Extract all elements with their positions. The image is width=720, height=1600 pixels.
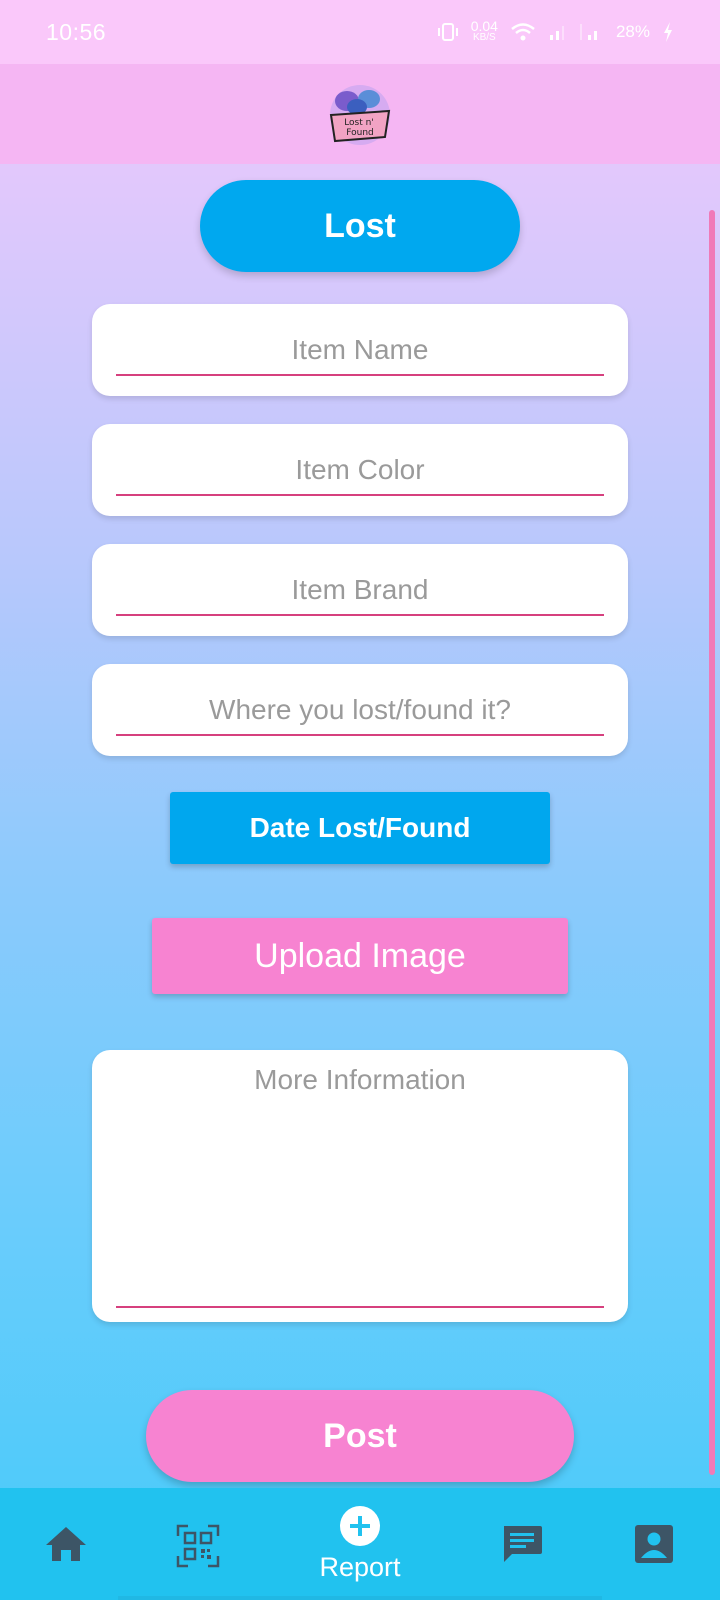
nav-bottom-divider bbox=[118, 1596, 602, 1600]
qr-code-icon bbox=[176, 1524, 220, 1568]
network-speed-value: 0.04 bbox=[470, 18, 498, 34]
svg-text:Found: Found bbox=[346, 128, 373, 138]
status-time: 10:56 bbox=[46, 18, 107, 45]
network-speed: 0.04 KB/S bbox=[470, 18, 498, 44]
battery-percent: 28% bbox=[615, 22, 650, 41]
item-brand-input[interactable] bbox=[116, 566, 604, 616]
wifi-icon bbox=[511, 23, 535, 41]
nav-scan[interactable] bbox=[176, 1524, 220, 1568]
signal-icon-2 bbox=[579, 24, 597, 40]
more-information-input[interactable] bbox=[116, 1064, 604, 1308]
home-icon bbox=[46, 1527, 86, 1561]
app-header: Lost n' Found bbox=[0, 64, 720, 164]
bottom-navigation: Report bbox=[0, 1488, 720, 1600]
post-button[interactable]: Post bbox=[146, 1390, 574, 1482]
network-speed-unit: KB/S bbox=[472, 32, 496, 43]
nav-report[interactable]: Report bbox=[300, 1506, 420, 1583]
date-lost-found-button[interactable]: Date Lost/Found bbox=[170, 792, 550, 864]
item-name-card bbox=[92, 304, 628, 396]
add-circle-icon bbox=[340, 1506, 380, 1546]
nav-report-label: Report bbox=[319, 1552, 401, 1582]
lost-n-found-logo: Lost n' Found bbox=[329, 85, 391, 145]
charging-icon bbox=[664, 22, 672, 42]
lost-mode-button[interactable]: Lost bbox=[200, 180, 520, 272]
nav-messages[interactable] bbox=[500, 1524, 544, 1566]
item-color-card bbox=[92, 424, 628, 516]
item-color-input[interactable] bbox=[116, 446, 604, 496]
item-name-input[interactable] bbox=[116, 326, 604, 376]
vibrate-icon bbox=[437, 23, 458, 41]
chat-icon bbox=[504, 1526, 542, 1562]
location-input[interactable] bbox=[116, 686, 604, 736]
scroll-indicator[interactable] bbox=[709, 210, 715, 1475]
status-bar: 10:56 0.04 KB/S 28% bbox=[0, 0, 720, 64]
more-information-card bbox=[92, 1050, 628, 1322]
nav-profile[interactable] bbox=[634, 1524, 674, 1564]
upload-image-button[interactable]: Upload Image bbox=[152, 918, 568, 994]
signal-icon bbox=[549, 26, 564, 40]
nav-home[interactable] bbox=[44, 1524, 88, 1564]
location-card bbox=[92, 664, 628, 756]
item-brand-card bbox=[92, 544, 628, 636]
profile-icon bbox=[635, 1525, 673, 1563]
svg-text:Lost n': Lost n' bbox=[344, 118, 374, 128]
status-icons: 0.04 KB/S 28% bbox=[437, 18, 674, 44]
